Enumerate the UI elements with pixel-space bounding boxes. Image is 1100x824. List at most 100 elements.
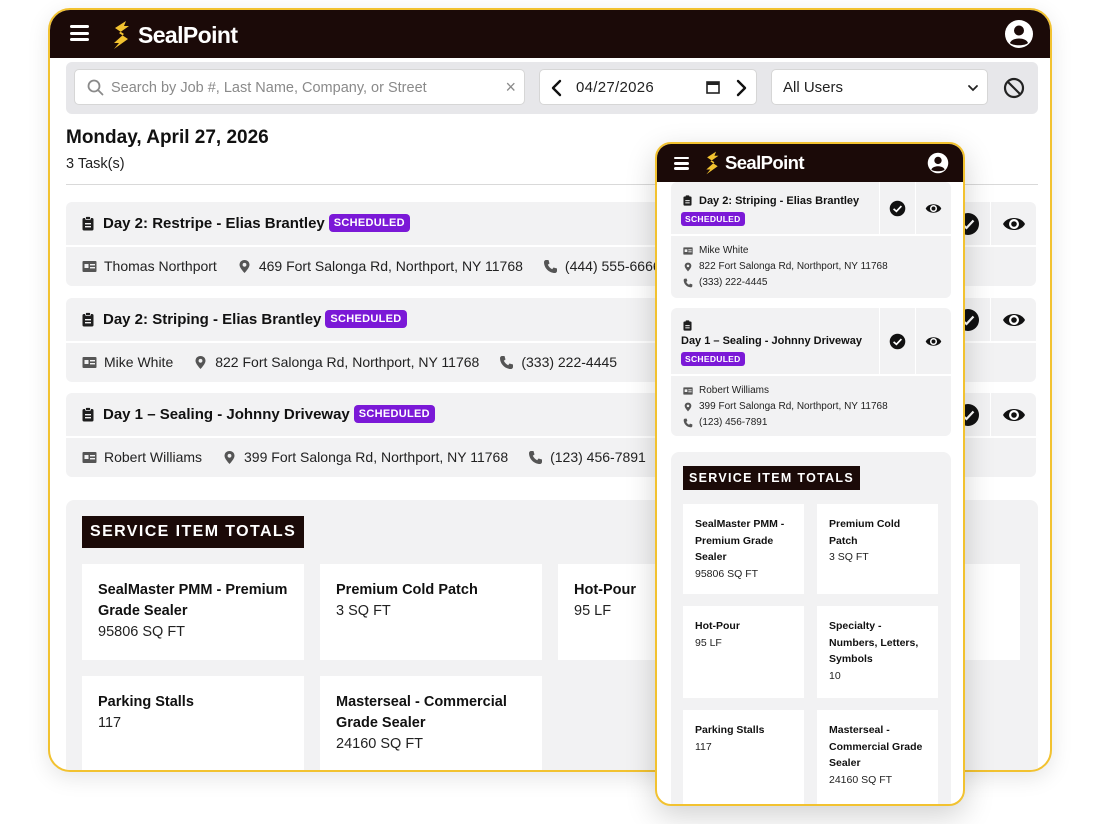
phone-icon: [500, 355, 514, 369]
search-icon: [87, 79, 104, 96]
task-contact: Mike White: [699, 245, 749, 256]
total-item-value: 95 LF: [695, 636, 722, 649]
task-title[interactable]: Day 1 – Sealing - Johnny Driveway: [681, 335, 862, 347]
menu-icon[interactable]: [674, 157, 689, 170]
map-pin-icon: [195, 355, 206, 369]
task-title[interactable]: Day 2: Striping - Elias Brantley: [103, 311, 321, 328]
clear-search-icon[interactable]: ×: [505, 77, 516, 97]
total-item-value: 3 SQ FT: [336, 603, 391, 619]
contact-card-icon: [82, 356, 97, 368]
total-item-name: Parking Stalls: [695, 724, 765, 736]
task-contact: Thomas Northport: [104, 258, 217, 274]
total-card: Specialty - Numbers, Letters, Symbols 10: [817, 606, 938, 698]
task-address[interactable]: 822 Fort Salonga Rd, Northport, NY 11768: [215, 354, 479, 370]
task-title[interactable]: Day 2: Striping - Elias Brantley: [699, 195, 859, 207]
total-item-value: 3 SQ FT: [829, 551, 869, 563]
total-card: SealMaster PMM - Premium Grade Sealer 95…: [683, 504, 804, 594]
search-box: ×: [74, 69, 525, 105]
status-badge: SCHEDULED: [325, 310, 407, 328]
task-phone[interactable]: (444) 555-6666: [565, 258, 661, 274]
total-card: Parking Stalls 117: [82, 676, 304, 770]
clipboard-icon: [683, 320, 692, 331]
date-input[interactable]: 04/27/2026: [576, 79, 654, 96]
task-contact: Mike White: [104, 354, 174, 370]
map-pin-icon: [684, 402, 692, 411]
task-phone[interactable]: (123) 456-7891: [699, 417, 767, 428]
user-avatar-icon[interactable]: [927, 152, 949, 174]
menu-icon[interactable]: [70, 25, 89, 41]
contact-card-icon: [82, 451, 97, 463]
brand-name: SealPoint: [725, 152, 805, 173]
total-item-name: Hot-Pour: [695, 620, 740, 632]
total-item-value: 24160 SQ FT: [336, 736, 424, 752]
map-pin-icon: [224, 450, 235, 464]
totals-title: SERVICE ITEM TOTALS: [82, 516, 305, 548]
brand-logo[interactable]: SealPoint: [703, 150, 805, 176]
check-circle-icon: [889, 200, 906, 216]
phone-icon: [683, 278, 693, 287]
eye-icon: [925, 336, 942, 346]
complete-button[interactable]: [879, 182, 915, 234]
app-header: SealPoint: [657, 144, 963, 182]
task-title[interactable]: Day 1 – Sealing - Johnny Driveway: [103, 406, 350, 423]
task-title[interactable]: Day 2: Restripe - Elias Brantley: [103, 215, 325, 232]
complete-button[interactable]: [879, 308, 915, 374]
chevron-right-icon[interactable]: [732, 78, 750, 98]
eye-icon: [1002, 217, 1025, 230]
clipboard-icon: [82, 215, 94, 230]
clipboard-icon: [82, 311, 94, 326]
map-pin-icon: [684, 262, 692, 271]
task-row[interactable]: Day 1 – Sealing - Johnny Driveway SCHEDU…: [671, 308, 951, 436]
total-item-name: Masterseal - Commercial Grade Sealer: [336, 694, 507, 731]
total-card: Parking Stalls 117: [683, 710, 804, 804]
task-address[interactable]: 822 Fort Salonga Rd, Northport, NY 11768: [699, 261, 888, 272]
chevron-left-icon[interactable]: [548, 78, 566, 98]
brand-logo[interactable]: SealPoint: [110, 19, 238, 51]
status-badge: SCHEDULED: [681, 352, 745, 366]
eye-icon: [925, 203, 942, 213]
clear-filters-icon[interactable]: [1003, 77, 1025, 99]
total-card: Premium Cold Patch 3 SQ FT: [320, 564, 542, 660]
task-address[interactable]: 399 Fort Salonga Rd, Northport, NY 11768: [699, 401, 888, 412]
task-phone[interactable]: (123) 456-7891: [550, 449, 646, 465]
status-badge: SCHEDULED: [328, 214, 410, 232]
check-circle-icon: [889, 333, 906, 349]
filter-toolbar: × 04/27/2026 All Users: [66, 62, 1038, 114]
task-phone[interactable]: (333) 222-4445: [699, 277, 767, 288]
view-button[interactable]: [915, 182, 951, 234]
users-select[interactable]: All Users: [771, 69, 988, 105]
task-row[interactable]: Day 2: Striping - Elias Brantley SCHEDUL…: [671, 182, 951, 298]
mobile-window: SealPoint Day 2: Striping - Elias Brantl…: [655, 142, 965, 806]
row-divider: [671, 234, 951, 236]
calendar-icon[interactable]: [706, 80, 720, 94]
total-card: Masterseal - Commercial Grade Sealer 241…: [320, 676, 542, 770]
map-pin-icon: [239, 259, 250, 273]
view-button[interactable]: [915, 308, 951, 374]
total-item-name: Masterseal - Commercial Grade Sealer: [829, 724, 923, 769]
status-badge: SCHEDULED: [681, 212, 745, 226]
task-address[interactable]: 399 Fort Salonga Rd, Northport, NY 11768: [244, 449, 508, 465]
task-phone[interactable]: (333) 222-4445: [521, 354, 617, 370]
totals-title: SERVICE ITEM TOTALS: [683, 466, 860, 490]
task-count: 3 Task(s): [66, 156, 125, 172]
status-badge: SCHEDULED: [353, 405, 435, 423]
total-item-value: 10: [829, 669, 841, 682]
view-button[interactable]: [990, 298, 1036, 341]
user-avatar-icon[interactable]: [1004, 19, 1034, 49]
total-card: Masterseal - Commercial Grade Sealer 241…: [817, 710, 938, 804]
total-item-name: SealMaster PMM - Premium Grade Sealer: [98, 582, 288, 619]
service-item-totals: SERVICE ITEM TOTALS SealMaster PMM - Pre…: [671, 452, 951, 804]
app-header: SealPoint: [50, 10, 1050, 58]
users-select-value: All Users: [783, 79, 844, 96]
view-button[interactable]: [990, 202, 1036, 245]
eye-icon: [1002, 313, 1025, 326]
brand-name: SealPoint: [138, 21, 238, 48]
task-contact: Robert Williams: [104, 449, 203, 465]
sealpoint-logo-icon: [706, 151, 719, 175]
total-item-name: Premium Cold Patch: [829, 518, 901, 547]
view-button[interactable]: [990, 393, 1036, 436]
search-input[interactable]: [111, 76, 496, 100]
task-address[interactable]: 469 Fort Salonga Rd, Northport, NY 11768: [259, 258, 523, 274]
total-item-value: 117: [98, 715, 122, 731]
total-item-name: Premium Cold Patch: [336, 582, 478, 598]
